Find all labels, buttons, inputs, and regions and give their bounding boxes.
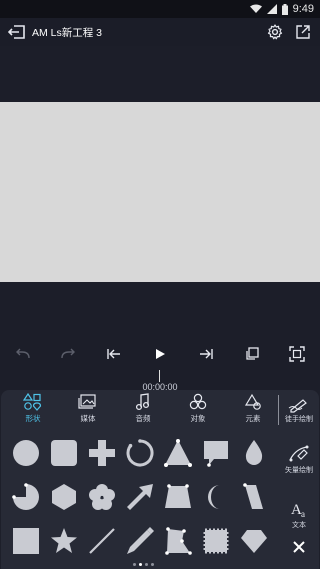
redo-button[interactable]	[56, 342, 80, 366]
tab-shapes[interactable]: 形状	[11, 393, 55, 427]
gear-icon	[267, 24, 283, 40]
tab-objects[interactable]: 对象	[176, 393, 220, 427]
shape-drop[interactable]	[237, 436, 271, 470]
redo-icon	[61, 348, 75, 359]
tab-media-label: 媒体	[80, 414, 96, 423]
fullscreen-button[interactable]	[285, 342, 309, 366]
shape-flower[interactable]	[85, 480, 119, 514]
undo-icon	[16, 348, 30, 359]
add-content-panel: 形状 媒体 音频 对象 元素 徒手绘制 矢量绘制 A a 文本	[1, 390, 319, 569]
close-panel-button[interactable]	[280, 540, 318, 554]
go-to-start-button[interactable]	[102, 342, 126, 366]
skip-end-icon	[200, 349, 213, 359]
freehand-draw-label: 徒手绘制	[285, 416, 313, 423]
shape-ring[interactable]	[123, 436, 157, 470]
close-icon	[293, 541, 305, 553]
svg-text:a: a	[301, 509, 305, 519]
elements-icon	[244, 393, 261, 410]
shape-circle[interactable]	[9, 436, 43, 470]
page-indicator	[131, 563, 155, 566]
settings-button[interactable]	[264, 21, 286, 43]
play-button[interactable]	[148, 342, 172, 366]
vector-draw-button[interactable]: 矢量绘制	[280, 444, 318, 475]
playhead[interactable]	[159, 370, 160, 382]
editor-top-area	[0, 46, 320, 102]
media-icon	[78, 394, 96, 409]
timeline[interactable]: 00:00:00	[0, 370, 320, 392]
play-icon	[156, 349, 165, 359]
tab-elements[interactable]: 元素	[231, 393, 275, 427]
status-time: 9:49	[292, 3, 314, 15]
export-icon	[296, 25, 310, 39]
text-label: 文本	[292, 522, 306, 529]
editor-bottom-area	[0, 282, 320, 338]
exit-icon	[8, 25, 25, 39]
shape-crescent[interactable]	[199, 480, 233, 514]
exit-button[interactable]	[5, 20, 29, 44]
objects-icon	[189, 393, 207, 410]
page-dot	[132, 563, 136, 566]
freehand-draw-icon	[288, 399, 307, 413]
text-button[interactable]: A a 文本	[280, 499, 318, 530]
signal-icon	[266, 4, 277, 14]
tab-shapes-label: 形状	[25, 414, 41, 423]
page-dot-active	[138, 563, 142, 566]
shape-arrow[interactable]	[123, 480, 157, 514]
shapes-grid	[1, 428, 277, 569]
layers-button[interactable]	[240, 342, 264, 366]
skip-start-icon	[107, 349, 120, 359]
shape-polygon[interactable]	[161, 524, 195, 558]
app-header: AM Ls新工程 3	[0, 18, 320, 46]
shape-star[interactable]	[47, 524, 81, 558]
freehand-draw-button[interactable]: 徒手绘制	[280, 397, 318, 424]
page-dot	[150, 563, 154, 566]
shape-plus[interactable]	[85, 436, 119, 470]
playback-controls	[0, 338, 320, 370]
vector-draw-label: 矢量绘制	[285, 467, 313, 474]
tab-elements-label: 元素	[245, 414, 261, 423]
shape-line[interactable]	[85, 524, 119, 558]
tab-audio-label: 音频	[135, 414, 151, 423]
shape-rounded-square[interactable]	[47, 436, 81, 470]
layers-icon	[246, 347, 259, 360]
undo-button[interactable]	[11, 342, 35, 366]
vector-draw-icon	[289, 445, 309, 462]
tab-audio[interactable]: 音频	[121, 393, 165, 427]
tab-media[interactable]: 媒体	[66, 393, 110, 427]
go-to-end-button[interactable]	[194, 342, 218, 366]
shape-pie[interactable]	[9, 480, 43, 514]
shape-triangle[interactable]	[161, 436, 195, 470]
content-tabs: 形状 媒体 音频 对象 元素	[1, 390, 277, 428]
shape-square[interactable]	[9, 524, 43, 558]
tools-divider	[278, 395, 279, 425]
text-icon: A a	[291, 502, 305, 519]
page-dot	[144, 563, 148, 566]
export-button[interactable]	[292, 21, 314, 43]
audio-icon	[135, 393, 150, 411]
shapes-icon	[23, 393, 42, 411]
project-canvas[interactable]	[0, 102, 320, 282]
shape-diamond-gem[interactable]	[237, 524, 271, 558]
shape-speech-bubble[interactable]	[199, 436, 233, 470]
fullscreen-icon	[289, 346, 305, 362]
status-bar: 9:49	[0, 0, 320, 18]
wifi-icon	[249, 4, 262, 14]
battery-icon	[281, 3, 288, 15]
shape-hexagon[interactable]	[47, 480, 81, 514]
shape-trapezoid[interactable]	[161, 480, 195, 514]
tab-objects-label: 对象	[190, 414, 206, 423]
shape-stamp[interactable]	[199, 524, 233, 558]
project-title: AM Ls新工程 3	[32, 26, 103, 39]
shape-pencil[interactable]	[123, 524, 157, 558]
shape-parallelogram[interactable]	[237, 480, 271, 514]
